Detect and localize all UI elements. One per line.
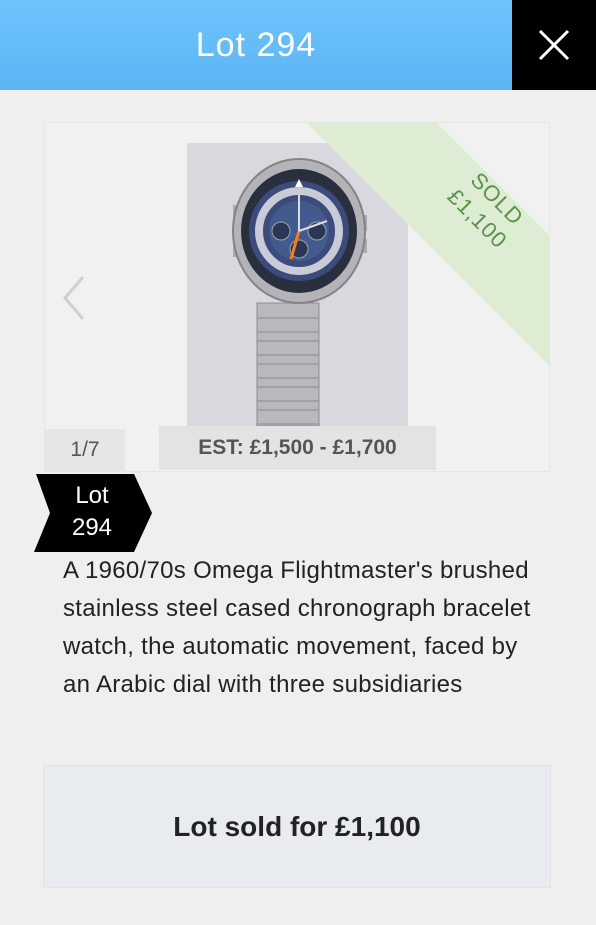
- watch-image: [187, 143, 408, 426]
- page-title: Lot 294: [195, 25, 317, 64]
- lot-description: A 1960/70s Omega Flightmaster's brushed …: [63, 557, 531, 698]
- lot-number-tag: Lot 294: [34, 474, 152, 552]
- estimate-label: EST: £1,500 - £1,700: [159, 426, 436, 470]
- previous-image-button[interactable]: [59, 273, 89, 323]
- sold-result-box: Lot sold for £1,100: [43, 765, 551, 888]
- sold-result-text: Lot sold for £1,100: [173, 810, 421, 842]
- lot-tag-number: 294: [71, 514, 113, 541]
- chevron-left-icon: [63, 276, 85, 320]
- sold-badge: SOLD £1,100: [411, 133, 549, 286]
- lot-photo[interactable]: [187, 143, 408, 426]
- image-counter: 1/7: [45, 429, 125, 471]
- close-icon: [538, 29, 570, 61]
- lot-tag-label: Lot: [75, 482, 109, 509]
- close-button[interactable]: [512, 0, 596, 90]
- header-bar: Lot 294: [0, 0, 512, 90]
- image-gallery: SOLD £1,100 1/7 EST: £1,500 - £1,700: [44, 122, 550, 472]
